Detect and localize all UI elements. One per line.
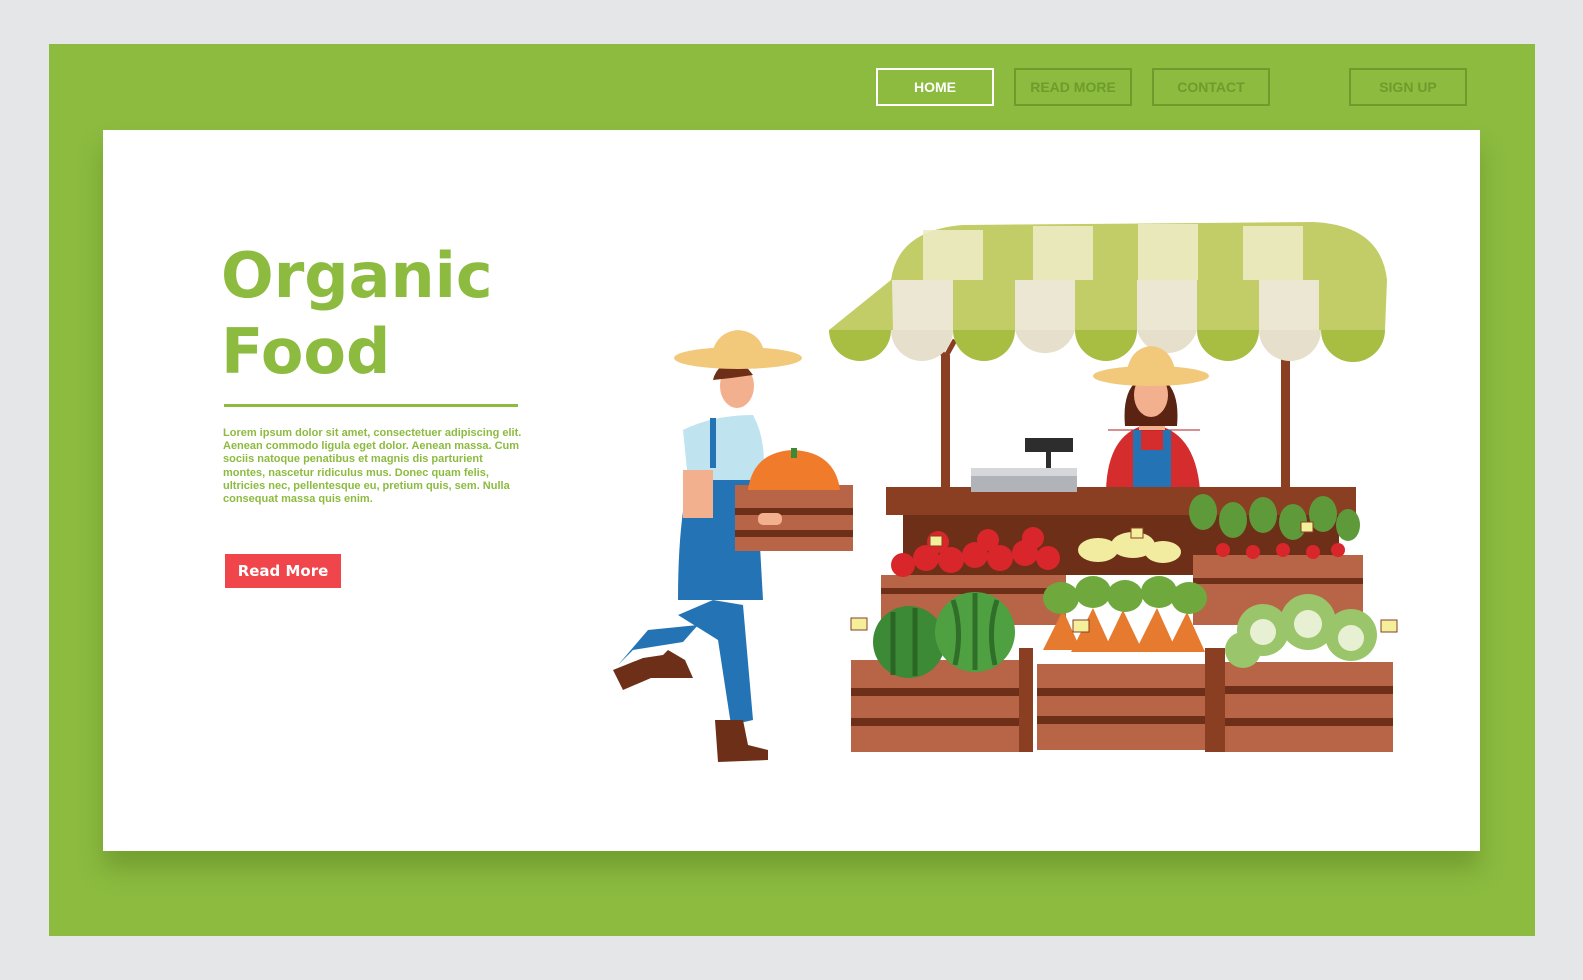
- nav-read-more-button[interactable]: READ MORE: [1014, 68, 1132, 106]
- seller-figure: [1093, 346, 1209, 490]
- nav-contact-button[interactable]: CONTACT: [1152, 68, 1270, 106]
- awning: [829, 222, 1387, 362]
- hero-card: Organic Food Lorem ipsum dolor sit amet,…: [103, 130, 1480, 851]
- farmer-figure: [613, 330, 853, 762]
- scale-icon: [971, 438, 1077, 492]
- top-nav: HOME READ MORE CONTACT SIGN UP: [49, 68, 1535, 106]
- sign-up-button[interactable]: SIGN UP: [1349, 68, 1467, 106]
- nav-home-button[interactable]: HOME: [876, 68, 994, 106]
- farmers-market-illustration: [613, 222, 1398, 762]
- page-frame: HOME READ MORE CONTACT SIGN UP Organic F…: [49, 44, 1535, 936]
